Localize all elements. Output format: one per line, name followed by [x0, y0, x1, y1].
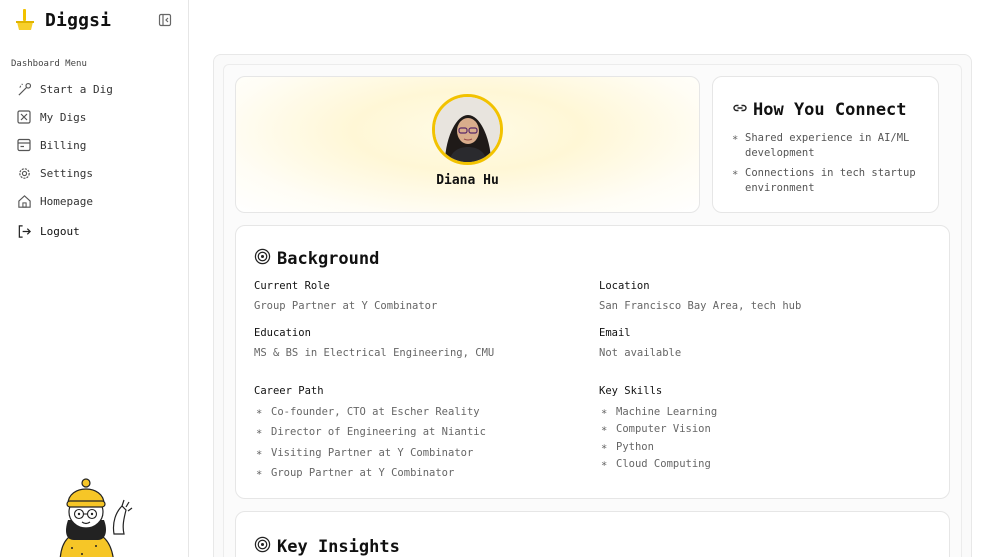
list-item: ∗ Cloud Computing: [601, 458, 717, 475]
email-label: Email: [599, 327, 631, 339]
sidebar-item-billing[interactable]: Billing: [0, 131, 188, 159]
career-path-list: ∗ Co-founder, CTO at Escher Reality ∗ Dire…: [256, 406, 486, 487]
sidebar-item-label: Start a Dig: [40, 82, 113, 96]
sidebar-menu: Start a Dig My Digs Billing Settings Hom…: [0, 75, 188, 245]
gear-icon: [16, 165, 32, 181]
list-item: ∗ Director of Engineering at Niantic: [256, 426, 486, 446]
sidebar-item-label: Settings: [40, 166, 93, 180]
sidebar-item-label: Billing: [40, 138, 87, 152]
location-value: San Francisco Bay Area, tech hub: [599, 300, 802, 312]
location-label: Location: [599, 280, 650, 292]
avatar: [432, 94, 503, 165]
key-skills-list: ∗ Machine Learning ∗ Computer Vision ∗ Pyth…: [601, 406, 717, 476]
home-icon: [16, 193, 32, 209]
current-role-value: Group Partner at Y Combinator: [254, 300, 438, 312]
how-you-connect-card: How You Connect ∗ Shared experience in AI…: [712, 76, 939, 213]
background-heading: Background: [254, 248, 379, 269]
sidebar-item-label: Homepage: [40, 194, 93, 208]
list-item: ∗ Shared experience in AI/ML development: [732, 132, 910, 159]
connect-list: ∗ Shared experience in AI/ML development …: [732, 131, 932, 201]
logout-icon: [16, 223, 32, 239]
connect-title: How You Connect: [753, 100, 907, 120]
shovel-logo-icon: [13, 8, 37, 32]
asterisk-icon: ∗: [256, 406, 263, 418]
key-insights-heading: Key Insights: [254, 536, 400, 557]
target-icon: [254, 248, 271, 269]
list-item: ∗ Python: [601, 441, 717, 458]
education-label: Education: [254, 327, 311, 339]
sidebar-item-settings[interactable]: Settings: [0, 159, 188, 187]
background-card: Background Current Role Group Partner at…: [235, 225, 950, 499]
logout-button[interactable]: Logout: [0, 217, 188, 245]
career-path-label: Career Path: [254, 385, 324, 397]
key-insights-card: Key Insights: [235, 511, 950, 557]
mascot-illustration: [52, 474, 142, 557]
asterisk-icon: ∗: [732, 167, 739, 179]
current-role-label: Current Role: [254, 280, 330, 292]
background-title: Background: [277, 248, 380, 269]
menu-title: Dashboard Menu: [11, 59, 87, 69]
email-value: Not available: [599, 347, 682, 359]
asterisk-icon: ∗: [256, 466, 263, 479]
asterisk-icon: ∗: [256, 446, 263, 459]
profile-name: Diana Hu: [436, 173, 499, 188]
link-icon: [732, 100, 748, 120]
brand-name: Diggsi: [45, 9, 112, 31]
profile-card: Diana Hu: [235, 76, 700, 213]
list-item: ∗ Visiting Partner at Y Combinator: [256, 447, 486, 467]
key-skills-label: Key Skills: [599, 385, 663, 397]
asterisk-icon: ∗: [601, 440, 608, 453]
asterisk-icon: ∗: [601, 423, 608, 436]
box-x-icon: [16, 109, 32, 125]
sidebar-item-homepage[interactable]: Homepage: [0, 187, 188, 215]
sidebar-item-my-digs[interactable]: My Digs: [0, 103, 188, 131]
list-item: ∗ Group Partner at Y Combinator: [256, 467, 486, 487]
logout-label: Logout: [40, 224, 80, 238]
receipt-icon: [16, 137, 32, 153]
sidebar: Diggsi Dashboard Menu Start a Dig My Dig…: [0, 0, 189, 557]
target-icon: [254, 536, 271, 557]
connect-heading: How You Connect: [732, 100, 907, 120]
asterisk-icon: ∗: [601, 406, 608, 418]
list-item: ∗ Machine Learning: [601, 406, 717, 423]
asterisk-icon: ∗: [256, 426, 263, 439]
list-item: ∗ Co-founder, CTO at Escher Reality: [256, 406, 486, 426]
list-item: ∗ Connections in tech startup environment: [732, 167, 916, 194]
list-item: ∗ Computer Vision: [601, 423, 717, 440]
key-insights-title: Key Insights: [277, 536, 400, 557]
sidebar-item-start-a-dig[interactable]: Start a Dig: [0, 75, 188, 103]
asterisk-icon: ∗: [601, 458, 608, 471]
wand-icon: [16, 81, 32, 97]
asterisk-icon: ∗: [732, 132, 739, 144]
brand[interactable]: Diggsi: [13, 8, 111, 32]
collapse-sidebar-icon[interactable]: [158, 12, 172, 27]
education-value: MS & BS in Electrical Engineering, CMU: [254, 347, 495, 359]
sidebar-item-label: My Digs: [40, 110, 87, 124]
